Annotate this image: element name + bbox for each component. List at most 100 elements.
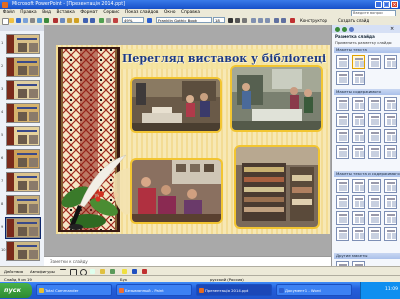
insert-chart-icon[interactable] <box>99 17 104 23</box>
autoshapes-button[interactable]: Автофигуры <box>30 269 55 274</box>
slide-thumbnail-row[interactable]: 2 <box>0 56 44 78</box>
slide-layout-option[interactable] <box>368 55 381 69</box>
menu-window[interactable]: Окно <box>161 9 178 16</box>
slide-layout-option[interactable] <box>368 129 381 143</box>
slide-layout-option[interactable] <box>352 129 365 143</box>
slide-layout-option[interactable] <box>368 97 381 111</box>
slide-thumbnail-row[interactable]: 1 <box>0 33 44 55</box>
text-color-icon[interactable] <box>142 269 147 274</box>
slide-thumbnail[interactable] <box>5 217 41 239</box>
photo-2[interactable] <box>230 65 323 132</box>
slide-layout-option[interactable] <box>352 179 365 193</box>
slide-thumbnail[interactable] <box>6 80 40 100</box>
align-right-icon[interactable] <box>265 17 270 23</box>
slide-layout-option[interactable] <box>352 113 365 127</box>
clipart-icon[interactable] <box>100 269 105 274</box>
start-button[interactable]: пуск <box>0 283 32 298</box>
slide-layout-option[interactable] <box>336 97 349 111</box>
section-text-layouts[interactable]: Макеты текста <box>334 47 400 53</box>
bullets-icon[interactable] <box>274 17 279 23</box>
slide-layout-option[interactable] <box>368 113 381 127</box>
email-icon[interactable] <box>23 17 28 23</box>
redo-icon[interactable] <box>90 17 95 23</box>
slide-thumbnail-row[interactable]: 10 <box>0 240 44 262</box>
slide-canvas[interactable]: Перегляд виставок у бібліотеці <box>56 45 330 234</box>
slide-layout-option[interactable] <box>384 179 397 193</box>
font-select[interactable]: Franklin Gothic Book <box>156 17 212 23</box>
underline-icon[interactable] <box>242 17 247 23</box>
slide-layout-option[interactable] <box>384 113 397 127</box>
open-icon[interactable] <box>9 17 14 23</box>
slide-thumbnail[interactable] <box>6 57 40 77</box>
slide-thumbnail[interactable] <box>6 195 40 215</box>
slide-layout-option[interactable] <box>352 55 365 69</box>
close-pane-icon[interactable]: × <box>390 26 394 32</box>
slide-thumbnail[interactable] <box>6 103 40 123</box>
slide-layout-option[interactable] <box>384 97 397 111</box>
picture-icon[interactable] <box>110 269 115 274</box>
cut-icon[interactable] <box>53 17 58 23</box>
taskbar-item[interactable]: Безымянный - Paint <box>116 284 192 296</box>
slide-layout-option[interactable] <box>336 195 349 209</box>
slide-thumbnail-row[interactable]: 9 <box>0 217 44 239</box>
font-color-icon[interactable] <box>290 17 295 23</box>
menu-insert[interactable]: Вставка <box>54 9 78 16</box>
slide-layout-option[interactable] <box>352 211 365 225</box>
draw-menu-button[interactable]: Действия <box>4 269 23 274</box>
section-other-layouts[interactable]: Другие макеты <box>334 253 400 259</box>
insert-image-icon[interactable] <box>113 17 118 23</box>
slide-thumbnail-row[interactable]: 8 <box>0 194 44 216</box>
slide-thumbnail[interactable] <box>6 172 40 192</box>
slide-thumbnail-row[interactable]: 7 <box>0 171 44 193</box>
slide-layout-option[interactable] <box>384 211 397 225</box>
back-icon[interactable] <box>335 26 340 32</box>
menu-help[interactable]: Справка <box>178 9 203 16</box>
slide-layout-option[interactable] <box>368 145 381 159</box>
slide-thumbnail[interactable] <box>6 149 40 169</box>
taskbar-item[interactable]: Total Commander <box>36 284 112 296</box>
bold-icon[interactable] <box>228 17 233 23</box>
panel-tabs[interactable] <box>0 25 44 31</box>
preview-icon[interactable] <box>37 17 42 23</box>
slide-layout-option[interactable] <box>336 211 349 225</box>
minimize-button[interactable]: _ <box>375 1 382 8</box>
spelling-icon[interactable] <box>44 17 49 23</box>
italic-icon[interactable] <box>235 17 240 23</box>
menu-format[interactable]: Формат <box>78 9 101 16</box>
new-icon[interactable] <box>2 17 9 25</box>
taskbar-item[interactable]: Документ1 - Word <box>276 284 352 296</box>
font-size-select[interactable]: 18 <box>213 17 225 23</box>
align-left-icon[interactable] <box>251 17 256 23</box>
slide-layout-option[interactable] <box>384 227 397 241</box>
slide-thumbnail-row[interactable]: 4 <box>0 102 44 124</box>
menu-tools[interactable]: Сервис <box>101 9 123 16</box>
slide-layout-option[interactable] <box>336 179 349 193</box>
taskbar-item[interactable]: Презентація 2014.ppt <box>196 284 272 296</box>
photo-3[interactable] <box>130 158 223 224</box>
line-icon[interactable] <box>60 269 66 270</box>
format-painter-icon[interactable] <box>74 17 79 23</box>
insert-table-icon[interactable] <box>106 17 111 23</box>
undo-icon[interactable] <box>83 17 88 23</box>
slide-layout-option[interactable] <box>352 145 365 159</box>
menu-edit[interactable]: Правка <box>17 9 39 16</box>
slide-thumbnail[interactable] <box>6 241 40 261</box>
slide-layout-option[interactable] <box>336 55 349 69</box>
new-slide-button[interactable]: Создать слайд <box>338 17 369 24</box>
slide-layout-option[interactable] <box>368 227 381 241</box>
slide-thumbnail-row[interactable]: 5 <box>0 125 44 147</box>
menu-file[interactable]: Файл <box>0 9 17 16</box>
print-icon[interactable] <box>30 17 35 23</box>
section-content-layouts[interactable]: Макеты содержимого <box>334 89 400 95</box>
zoom-select[interactable]: 49% <box>122 17 144 23</box>
numbering-icon[interactable] <box>281 17 286 23</box>
textbox-icon[interactable] <box>90 269 95 274</box>
photo-1[interactable] <box>130 77 222 133</box>
copy-icon[interactable] <box>60 17 65 23</box>
slide-thumbnail[interactable] <box>6 126 40 146</box>
slide-layout-option[interactable] <box>368 179 381 193</box>
slide-layout-option[interactable] <box>352 195 365 209</box>
slide-thumbnail[interactable] <box>6 34 40 54</box>
fill-color-icon[interactable] <box>122 269 127 274</box>
slide-layout-option[interactable] <box>384 55 397 69</box>
